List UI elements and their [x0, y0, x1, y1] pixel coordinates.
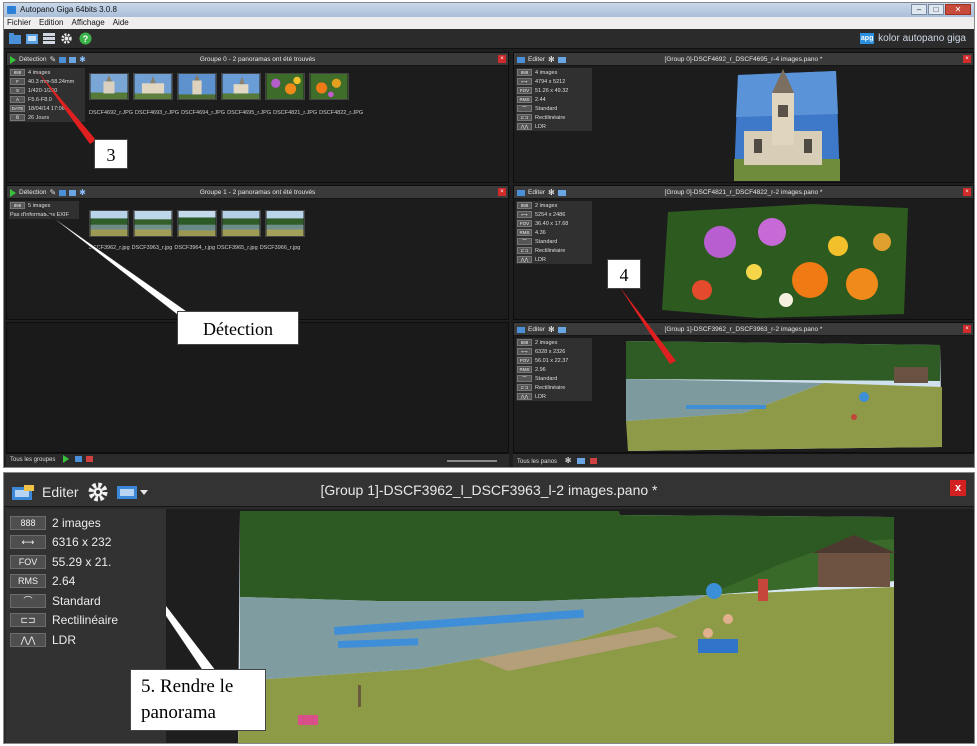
- standard-icon: ⌒: [10, 593, 46, 608]
- info-row: ⊏⊐ Rectilinéaire: [6, 611, 166, 631]
- info-row: ⌒ Standard: [6, 591, 166, 611]
- annotation-arrow-render: [166, 604, 219, 680]
- callout-detection: Détection: [177, 311, 299, 345]
- projection-value: Rectilinéaire: [52, 613, 119, 628]
- blend-mode: Standard: [52, 593, 101, 608]
- image-count: 2 images: [52, 515, 101, 530]
- ldr-icon: ⋀⋀: [10, 632, 46, 647]
- dynamic-range: LDR: [52, 632, 77, 647]
- zoomed-pano-panel: Editer [Group 1]-DSCF3962_l_DSCF3963_l-2…: [3, 472, 975, 744]
- arrow-3: [38, 72, 96, 144]
- fov-value: 55.29 x 21.: [52, 554, 112, 569]
- fov-icon: FOV: [10, 554, 46, 569]
- arrow-4: [619, 286, 676, 364]
- info-row: 888 2 images: [6, 513, 166, 533]
- rms-value: 2.64: [52, 574, 76, 589]
- pano-canvas[interactable]: [166, 509, 974, 743]
- pano-title: [Group 1]-DSCF3962_l_DSCF3963_l-2 images…: [320, 482, 658, 498]
- callout-render-panorama: 5. Rendre le panorama: [130, 669, 266, 731]
- callout-step-3: 3: [94, 139, 128, 169]
- callout-step-4: 4: [607, 259, 641, 289]
- projection-icon: ⊏⊐: [10, 613, 46, 628]
- info-row: RMS 2.64: [6, 572, 166, 592]
- app-window: Autopano Giga 64bits 3.0.8 – □ ✕ Fichier…: [3, 2, 975, 468]
- rms-icon: RMS: [10, 574, 46, 589]
- info-row: FOV 55.29 x 21.: [6, 552, 166, 572]
- close-icon[interactable]: x: [950, 480, 966, 496]
- arrow-detection: [39, 207, 189, 318]
- pano-size: 6316 x 232: [52, 535, 112, 550]
- size-icon: ⟷: [10, 535, 46, 550]
- callout-line: panorama: [141, 702, 216, 723]
- callout-line: 5. Rendre le: [141, 676, 234, 697]
- annotation-arrows: [38, 72, 676, 364]
- grid-icon: 888: [10, 515, 46, 530]
- pano-header: Editer [Group 1]-DSCF3962_l_DSCF3963_l-2…: [4, 473, 974, 507]
- info-row: ⟷ 6316 x 232: [6, 533, 166, 553]
- info-row: ⋀⋀ LDR: [6, 630, 166, 650]
